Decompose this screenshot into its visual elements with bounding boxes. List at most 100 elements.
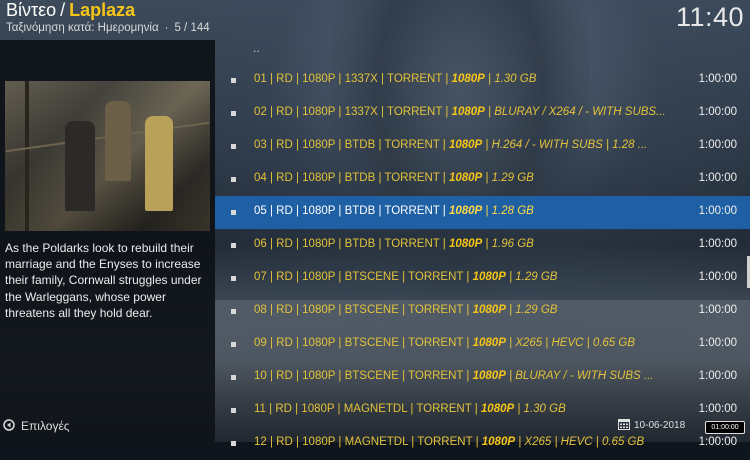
item-duration: 1:00:00 [698, 106, 737, 118]
options-button[interactable]: Επιλογές [3, 419, 70, 433]
thumb-person-1 [65, 121, 95, 211]
thumb-person-3 [145, 116, 173, 211]
sort-info: Ταξινόμηση κατά: Ημερομηνία · 5 / 144 [6, 22, 210, 34]
item-source: 07 | RD | 1080P | BTSCENE | TORRENT | [254, 271, 473, 283]
item-details: | 1.29 GB [482, 172, 534, 184]
list-item-label: 08 | RD | 1080P | BTSCENE | TORRENT | 10… [254, 304, 694, 316]
item-details: | X265 | HEVC | 0.65 GB [505, 337, 636, 349]
page-title: Βίντεο / Laplaza [6, 0, 135, 21]
options-label: Επιλογές [21, 419, 70, 433]
item-source: 05 | RD | 1080P | BTDB | TORRENT | [254, 205, 449, 217]
item-duration: 1:00:00 [698, 172, 737, 184]
thumb-mast [25, 81, 29, 231]
info-panel: As the Poldarks look to rebuild their ma… [0, 40, 215, 442]
item-quality: 1080P [448, 238, 483, 250]
item-details: | BLURAY / X264 / - WITH SUBS... [484, 106, 666, 118]
parent-folder-item[interactable]: .. [253, 41, 260, 55]
item-duration: 1:00:00 [698, 304, 737, 316]
list-item[interactable]: 08 | RD | 1080P | BTSCENE | TORRENT | 10… [215, 295, 750, 328]
item-duration: 1:00:00 [698, 238, 737, 250]
list-item-label: 04 | RD | 1080P | BTDB | TORRENT | 1080P… [254, 172, 694, 184]
item-details: | 1.30 GB [514, 403, 566, 415]
list-item[interactable]: 03 | RD | 1080P | BTDB | TORRENT | 1080P… [215, 130, 750, 163]
item-source: 10 | RD | 1080P | BTSCENE | TORRENT | [254, 370, 473, 382]
duration-badge: 01:00:00 [705, 421, 745, 434]
calendar-icon [618, 419, 630, 430]
item-details: | 1.29 GB [505, 271, 558, 283]
item-source: 04 | RD | 1080P | BTDB | TORRENT | [254, 172, 449, 184]
list-bullet [231, 276, 236, 281]
list-bullet [231, 243, 236, 248]
item-duration: 1:00:00 [698, 403, 737, 415]
item-source: 03 | RD | 1080P | BTDB | TORRENT | [254, 139, 449, 151]
date-display: 10-06-2018 [618, 418, 685, 431]
title-separator: / [60, 0, 66, 20]
item-duration: 1:00:00 [698, 139, 737, 151]
list-bullet [231, 309, 236, 314]
item-quality: 1080P [451, 106, 485, 118]
list-item-label: 12 | RD | 1080P | MAGNETDL | TORRENT | 1… [254, 436, 694, 448]
list-item[interactable]: 06 | RD | 1080P | BTDB | TORRENT | 1080P… [215, 229, 750, 262]
list-item-label: 07 | RD | 1080P | BTSCENE | TORRENT | 10… [254, 271, 694, 283]
item-source: 12 | RD | 1080P | MAGNETDL | TORRENT | [254, 436, 482, 448]
item-source: 01 | RD | 1080P | 1337X | TORRENT | [254, 73, 452, 85]
item-duration: 1:00:00 [698, 205, 737, 217]
item-quality: 1080P [451, 73, 485, 85]
plot-description: As the Poldarks look to rebuild their ma… [5, 241, 202, 320]
list-item[interactable]: 01 | RD | 1080P | 1337X | TORRENT | 1080… [215, 64, 750, 97]
item-details: | 1.96 GB [482, 238, 534, 250]
item-source: 02 | RD | 1080P | 1337X | TORRENT | [254, 106, 452, 118]
list-item[interactable]: 07 | RD | 1080P | BTSCENE | TORRENT | 10… [215, 262, 750, 295]
list-bullet [231, 210, 236, 215]
list-bullet [231, 375, 236, 380]
item-source: 06 | RD | 1080P | BTDB | TORRENT | [254, 238, 449, 250]
item-quality: 1080P [472, 271, 506, 283]
list-item-label: 03 | RD | 1080P | BTDB | TORRENT | 1080P… [254, 139, 694, 151]
list-item-label: 10 | RD | 1080P | BTSCENE | TORRENT | 10… [254, 370, 694, 382]
list-item-label: 11 | RD | 1080P | MAGNETDL | TORRENT | 1… [254, 403, 694, 415]
list-item-label: 05 | RD | 1080P | BTDB | TORRENT | 1080P… [254, 205, 694, 217]
item-details: | H.264 / - WITH SUBS | 1.28 ... [482, 139, 648, 151]
item-quality: 1080P [472, 304, 506, 316]
episode-thumbnail [5, 81, 210, 231]
item-source: 08 | RD | 1080P | BTSCENE | TORRENT | [254, 304, 473, 316]
list-bullet [231, 408, 236, 413]
section-name: Βίντεο [6, 0, 57, 20]
list-item[interactable]: 10 | RD | 1080P | BTSCENE | TORRENT | 10… [215, 361, 750, 394]
item-quality: 1080P [481, 436, 516, 448]
clock: 11:40 [675, 2, 744, 32]
list-bullet [231, 177, 236, 182]
item-details: | X265 | HEVC | 0.65 GB [515, 436, 645, 448]
item-details: | 1.28 GB [482, 205, 534, 217]
list-item[interactable]: 04 | RD | 1080P | BTDB | TORRENT | 1080P… [215, 163, 750, 196]
list-bullet [231, 111, 236, 116]
list-item[interactable]: 09 | RD | 1080P | BTSCENE | TORRENT | 10… [215, 328, 750, 361]
list-item[interactable]: 02 | RD | 1080P | 1337X | TORRENT | 1080… [215, 97, 750, 130]
date-text: 10-06-2018 [634, 420, 686, 431]
list-item-label: 06 | RD | 1080P | BTDB | TORRENT | 1080P… [254, 238, 694, 250]
sort-dot: · [164, 22, 169, 34]
item-duration: 1:00:00 [698, 73, 737, 85]
item-details: | 1.30 GB [484, 73, 537, 85]
list-item-label: 09 | RD | 1080P | BTSCENE | TORRENT | 10… [254, 337, 694, 349]
list-item-label: 02 | RD | 1080P | 1337X | TORRENT | 1080… [254, 106, 694, 118]
options-icon [3, 419, 15, 431]
item-quality: 1080P [472, 370, 506, 382]
item-quality: 1080P [448, 139, 483, 151]
addon-name: Laplaza [69, 0, 136, 20]
item-quality: 1080P [448, 172, 483, 184]
sort-label: Ταξινόμηση κατά: Ημερομηνία [6, 22, 159, 34]
list-item-label: 01 | RD | 1080P | 1337X | TORRENT | 1080… [254, 73, 694, 85]
list-bullet [231, 78, 236, 83]
item-quality: 1080P [472, 337, 506, 349]
thumb-person-2 [105, 101, 131, 181]
list-item[interactable]: 05 | RD | 1080P | BTDB | TORRENT | 1080P… [215, 196, 750, 229]
item-quality: 1080P [480, 403, 515, 415]
item-duration: 1:00:00 [698, 370, 737, 382]
list-item[interactable]: 12 | RD | 1080P | MAGNETDL | TORRENT | 1… [215, 427, 750, 460]
item-duration: 1:00:00 [698, 337, 737, 349]
item-source: 09 | RD | 1080P | BTSCENE | TORRENT | [254, 337, 473, 349]
item-duration: 1:00:00 [698, 271, 737, 283]
item-details: | BLURAY / - WITH SUBS ... [505, 370, 654, 382]
list-bullet [231, 342, 236, 347]
